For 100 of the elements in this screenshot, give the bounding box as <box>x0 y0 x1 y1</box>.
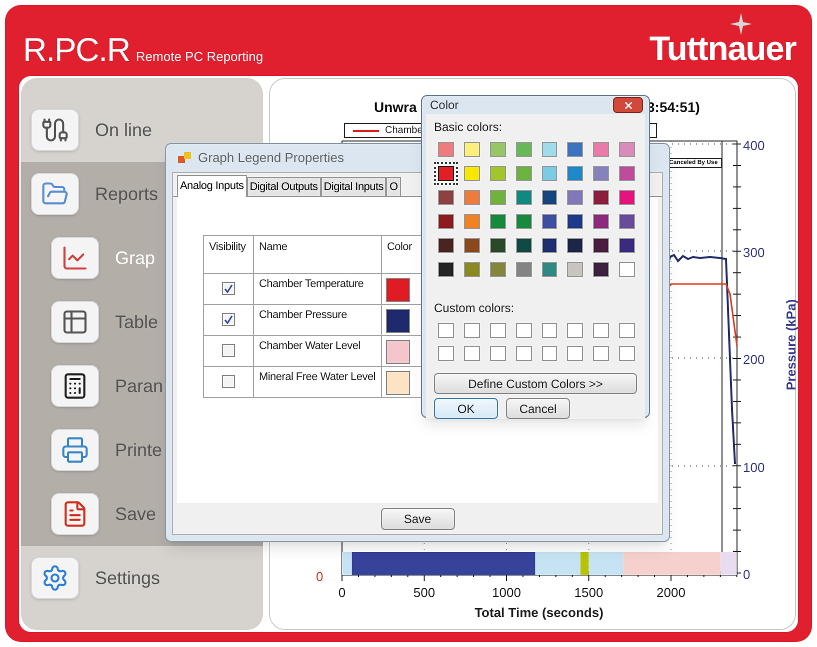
color-swatch[interactable] <box>516 166 532 181</box>
color-swatch[interactable] <box>619 142 635 157</box>
color-swatch[interactable] <box>542 166 558 181</box>
color-swatch[interactable] <box>516 190 532 205</box>
color-swatch[interactable] <box>490 190 506 205</box>
color-swatch[interactable] <box>542 238 558 253</box>
tab[interactable]: O <box>386 177 401 196</box>
color-swatch[interactable] <box>593 190 610 205</box>
cancel-button[interactable]: Cancel <box>506 398 570 419</box>
tab[interactable]: Digital Outputs <box>246 177 321 196</box>
color-swatch[interactable] <box>438 214 454 229</box>
section-label: Basic colors: <box>434 119 504 136</box>
color-swatch[interactable] <box>542 142 558 157</box>
save-button[interactable]: Save <box>380 508 454 530</box>
calculator-icon <box>51 365 99 407</box>
define-colors-button[interactable]: Define Custom Colors >> <box>434 373 637 394</box>
color-swatch[interactable] <box>619 346 635 361</box>
tab[interactable]: Digital Inputs <box>320 177 386 196</box>
color-swatch[interactable] <box>542 323 558 338</box>
color-swatch[interactable] <box>593 323 610 338</box>
color-swatch[interactable] <box>619 214 635 229</box>
color-swatch[interactable] <box>542 262 558 277</box>
table-cell: Mineral Free Water Level <box>254 366 382 398</box>
plug-icon <box>31 109 79 151</box>
color-swatch[interactable] <box>567 323 584 338</box>
color-swatch[interactable] <box>464 166 480 181</box>
color-swatch[interactable] <box>516 238 532 253</box>
color-swatch[interactable] <box>516 346 532 361</box>
color-swatch[interactable] <box>438 190 454 205</box>
color-swatch[interactable] <box>490 166 506 181</box>
color-swatch[interactable] <box>464 346 480 361</box>
color-swatch[interactable] <box>619 238 635 253</box>
color-swatch[interactable] <box>567 214 584 229</box>
tab[interactable]: Analog Inputs <box>177 175 247 197</box>
color-swatch[interactable] <box>567 190 584 205</box>
color-swatch[interactable] <box>593 262 610 277</box>
folder-icon <box>31 173 79 215</box>
color-swatch[interactable] <box>619 190 635 205</box>
color-swatch[interactable] <box>490 323 506 338</box>
dialog-title: Color <box>430 97 459 114</box>
star-icon <box>730 13 752 35</box>
axis-tick-label: 200 <box>743 351 765 369</box>
color-swatch[interactable] <box>516 142 532 157</box>
color-swatch[interactable] <box>567 238 584 253</box>
color-swatch[interactable] <box>464 262 480 277</box>
color-swatch[interactable] <box>438 323 454 338</box>
color-swatch[interactable] <box>567 346 584 361</box>
color-swatch[interactable] <box>464 214 480 229</box>
color-swatch[interactable] <box>464 238 480 253</box>
checkbox[interactable] <box>222 375 235 388</box>
color-swatch[interactable] <box>464 190 480 205</box>
color-swatch[interactable] <box>619 262 635 277</box>
checkbox[interactable] <box>222 282 235 295</box>
color-swatch[interactable] <box>490 142 506 157</box>
color-swatch[interactable] <box>386 309 410 333</box>
color-swatch[interactable] <box>386 340 410 364</box>
color-swatch[interactable] <box>490 262 506 277</box>
color-swatch[interactable] <box>490 346 506 361</box>
settings-icon <box>31 557 79 599</box>
chart-title: 3:54:51) <box>647 98 700 117</box>
color-swatch[interactable] <box>593 214 610 229</box>
color-swatch[interactable] <box>542 346 558 361</box>
color-swatch[interactable] <box>542 190 558 205</box>
printer-icon <box>51 429 99 471</box>
color-swatch[interactable] <box>516 323 532 338</box>
close-button[interactable] <box>613 97 643 113</box>
color-swatch[interactable] <box>619 323 635 338</box>
sidebar-item[interactable]: Settings <box>21 550 263 606</box>
color-swatch[interactable] <box>464 142 480 157</box>
axis-tick-label: 500 <box>413 584 436 602</box>
color-swatch[interactable] <box>593 166 610 181</box>
checkbox[interactable] <box>222 313 235 326</box>
dialog-title: Graph Legend Properties <box>198 149 344 168</box>
color-swatch[interactable] <box>386 371 410 395</box>
axis-tick-label: 100 <box>743 459 765 477</box>
color-swatch[interactable] <box>516 262 532 277</box>
color-swatch[interactable] <box>567 142 584 157</box>
color-swatch[interactable] <box>490 238 506 253</box>
color-swatch[interactable] <box>593 142 610 157</box>
y-axis-title: Pressure (kPa) <box>782 298 800 392</box>
color-swatch[interactable] <box>516 214 532 229</box>
chart-icon <box>51 237 99 279</box>
color-swatch[interactable] <box>464 323 480 338</box>
color-swatch[interactable] <box>438 238 454 253</box>
color-swatch[interactable] <box>542 214 558 229</box>
color-swatch[interactable] <box>490 214 506 229</box>
color-swatch[interactable] <box>593 238 610 253</box>
color-swatch[interactable] <box>438 142 454 157</box>
column-header: Name <box>254 236 382 274</box>
color-swatch[interactable] <box>619 166 635 181</box>
section-label: Custom colors: <box>434 300 516 317</box>
checkbox[interactable] <box>222 344 235 357</box>
color-swatch[interactable] <box>386 278 410 302</box>
ok-button[interactable]: OK <box>434 398 498 419</box>
app-icon <box>178 152 192 164</box>
color-swatch[interactable] <box>567 166 584 181</box>
color-swatch[interactable] <box>438 346 454 361</box>
color-swatch[interactable] <box>438 262 454 277</box>
color-swatch[interactable] <box>567 262 584 277</box>
color-swatch[interactable] <box>593 346 610 361</box>
